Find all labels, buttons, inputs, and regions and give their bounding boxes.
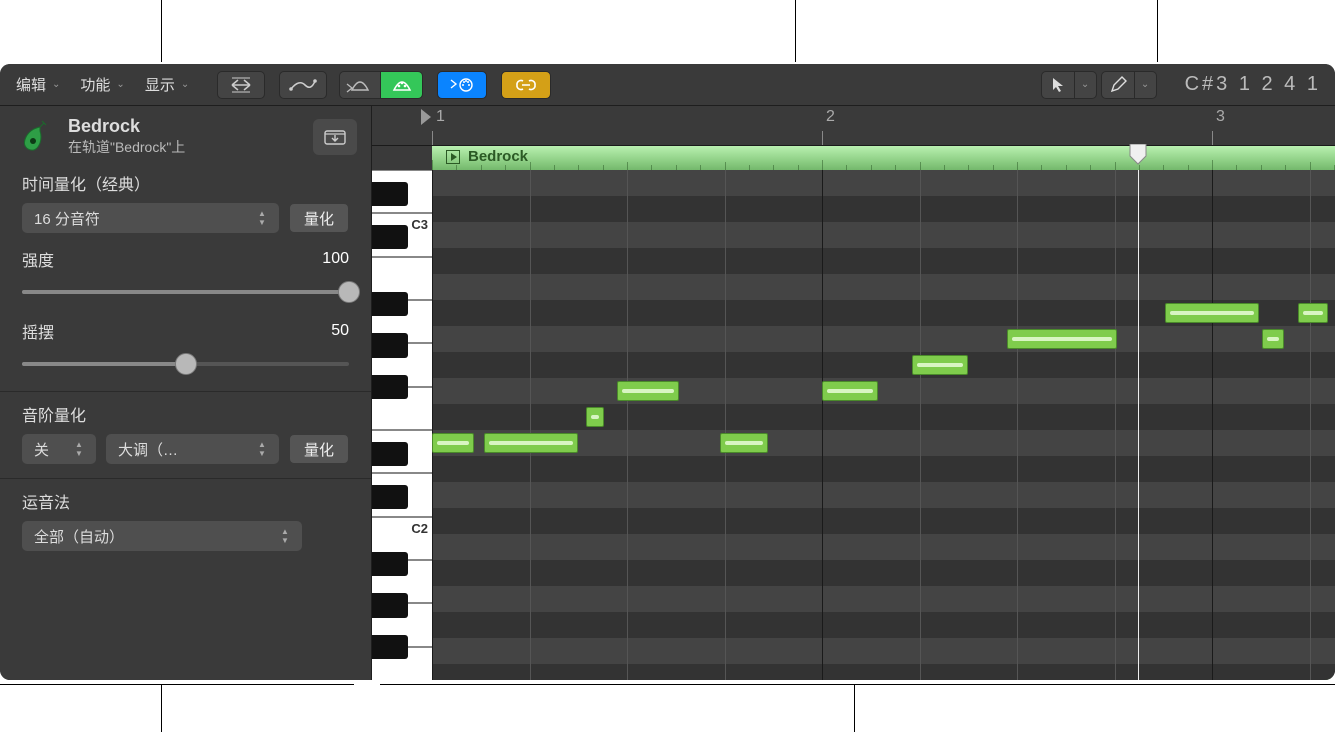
folder-down-icon (324, 128, 346, 146)
midi-note[interactable] (912, 355, 968, 375)
inspector-panel: Bedrock 在轨道"Bedrock"上 时间量化（经典） 16 分音符 (0, 106, 372, 680)
piano-keyboard[interactable]: C3 C2 (372, 170, 432, 680)
stepper-icon: ▲▼ (276, 528, 294, 544)
link-button[interactable] (501, 71, 551, 99)
piano-key-label: C3 (411, 217, 428, 232)
pointer-icon (1051, 77, 1065, 93)
menu-view[interactable]: 显示 ⌄ (135, 70, 199, 99)
articulation-select[interactable]: 全部（自动） ▲▼ (22, 521, 302, 551)
midi-note[interactable] (822, 381, 878, 401)
quantize-button-label: 量化 (304, 208, 334, 229)
guitar-icon (14, 117, 54, 157)
scale-onoff-value: 关 (34, 439, 49, 460)
chevron-down-icon: ⌄ (181, 79, 189, 90)
region-header[interactable]: Bedrock (432, 146, 1335, 170)
playhead-start-icon (420, 108, 432, 126)
midi-note[interactable] (1007, 329, 1117, 349)
menu-functions[interactable]: 功能 ⌄ (70, 70, 134, 99)
pencil-icon (1110, 77, 1126, 93)
scale-mode-select[interactable]: 大调（… ▲▼ (106, 434, 279, 464)
midi-note[interactable] (720, 433, 768, 453)
pencil-tool-menu[interactable]: ⌄ (1135, 71, 1157, 99)
menu-edit-label: 编辑 (16, 74, 46, 95)
quantize-value: 16 分音符 (34, 208, 100, 229)
midi-note[interactable] (1262, 329, 1284, 349)
midi-note[interactable] (484, 433, 578, 453)
folder-button[interactable] (313, 119, 357, 155)
quantize-button[interactable]: 量化 (289, 203, 349, 233)
midi-in-button[interactable] (339, 71, 381, 99)
loop-handle[interactable] (1127, 144, 1149, 166)
toolbar: 编辑 ⌄ 功能 ⌄ 显示 ⌄ (0, 64, 1335, 106)
stepper-icon: ▲▼ (253, 441, 271, 457)
strength-label: 强度 (22, 247, 54, 271)
pencil-tool[interactable] (1101, 71, 1135, 99)
collapse-icon (230, 78, 252, 92)
alt-tool-buttons: ⌄ (1101, 71, 1157, 99)
pointer-tool-menu[interactable]: ⌄ (1075, 71, 1097, 99)
menu-view-label: 显示 (145, 74, 175, 95)
time-quantize-label: 时间量化（经典） (22, 171, 150, 195)
ruler[interactable]: 123 (432, 106, 1335, 145)
swing-value: 50 (331, 322, 349, 340)
menu-functions-label: 功能 (80, 74, 110, 95)
swing-slider[interactable] (22, 351, 349, 377)
scale-onoff-select[interactable]: 关 ▲▼ (22, 434, 96, 464)
piano-key-label: C2 (411, 521, 428, 536)
tool-buttons: ⌄ (1041, 71, 1097, 99)
midi-note[interactable] (1298, 303, 1328, 323)
scale-quantize-button-label: 量化 (304, 439, 334, 460)
automation-button[interactable] (279, 71, 327, 99)
piano-roll: 123 Bedrock C3 C2 (372, 106, 1335, 680)
collapse-button[interactable] (217, 71, 265, 99)
strength-slider[interactable] (22, 279, 349, 305)
midi-palette-icon (349, 76, 371, 94)
note-grid[interactable] (432, 170, 1335, 680)
midi-note[interactable] (586, 407, 604, 427)
scale-quantize-label: 音阶量化 (22, 402, 86, 426)
articulation-label: 运音法 (22, 489, 70, 513)
pointer-tool[interactable] (1041, 71, 1075, 99)
playhead[interactable] (1138, 170, 1139, 680)
region-title: Bedrock (68, 116, 185, 137)
midi-note[interactable] (617, 381, 679, 401)
link-icon (514, 78, 538, 92)
articulation-value: 全部（自动） (34, 526, 124, 547)
midi-out-button[interactable] (437, 71, 487, 99)
quantize-select[interactable]: 16 分音符 ▲▼ (22, 203, 279, 233)
chevron-down-icon: ⌄ (1081, 79, 1089, 90)
swing-label: 摇摆 (22, 319, 54, 343)
automation-icon (289, 77, 317, 93)
midi-note[interactable] (1165, 303, 1259, 323)
midi-note[interactable] (432, 433, 474, 453)
midi-color-button[interactable] (381, 71, 423, 99)
stepper-icon: ▲▼ (70, 441, 88, 457)
scale-quantize-button[interactable]: 量化 (289, 434, 349, 464)
piano-roll-editor: 编辑 ⌄ 功能 ⌄ 显示 ⌄ (0, 64, 1335, 680)
region-subtitle: 在轨道"Bedrock"上 (68, 137, 185, 157)
palette-icon (392, 76, 412, 94)
strength-value: 100 (322, 250, 349, 268)
midi-out-icon (449, 76, 475, 94)
stepper-icon: ▲▼ (253, 210, 271, 226)
menu-edit[interactable]: 编辑 ⌄ (6, 70, 70, 99)
chevron-down-icon: ⌄ (116, 79, 124, 90)
chevron-down-icon: ⌄ (1141, 79, 1149, 90)
scale-mode-value: 大调（… (118, 439, 178, 460)
position-display: C#3 1 2 4 1 (1185, 73, 1329, 96)
chevron-down-icon: ⌄ (52, 79, 60, 90)
